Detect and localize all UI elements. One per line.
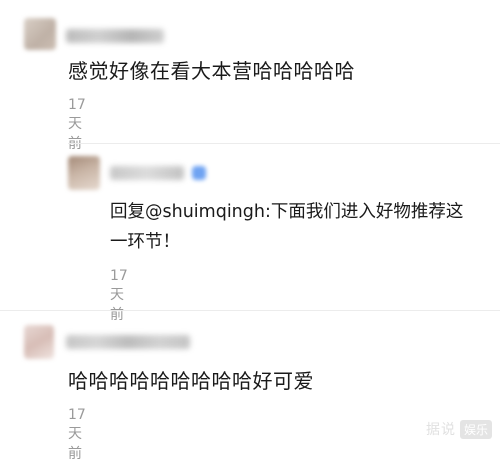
watermark: 据说 娱乐 — [426, 419, 492, 439]
verified-badge-icon — [192, 166, 206, 180]
reply-text-line-1: 回复@shuimqingh:下面我们进入好物推荐这 — [110, 202, 464, 222]
username-blurred[interactable] — [110, 166, 184, 180]
watermark-box: 娱乐 — [459, 419, 492, 439]
avatar[interactable] — [24, 18, 56, 50]
comment-text: 哈哈哈哈哈哈哈哈哈好可爱 — [68, 369, 314, 393]
reply-time: 17天前 — [110, 268, 128, 323]
divider — [68, 143, 500, 144]
reply-text: 回复@shuimqingh:下面我们进入好物推荐这 一环节！ — [110, 197, 463, 257]
username-blurred[interactable] — [66, 335, 190, 349]
comment-text: 感觉好像在看大本营哈哈哈哈哈 — [68, 59, 355, 83]
comment-time: 17天前 — [68, 407, 86, 462]
reply-text-line-2: 一环节！ — [110, 232, 180, 252]
divider — [0, 310, 500, 311]
avatar[interactable] — [68, 156, 100, 190]
comment-time: 17天前 — [68, 97, 86, 152]
username-blurred[interactable] — [66, 29, 164, 43]
watermark-text: 据说 — [425, 422, 456, 438]
avatar[interactable] — [24, 325, 54, 359]
